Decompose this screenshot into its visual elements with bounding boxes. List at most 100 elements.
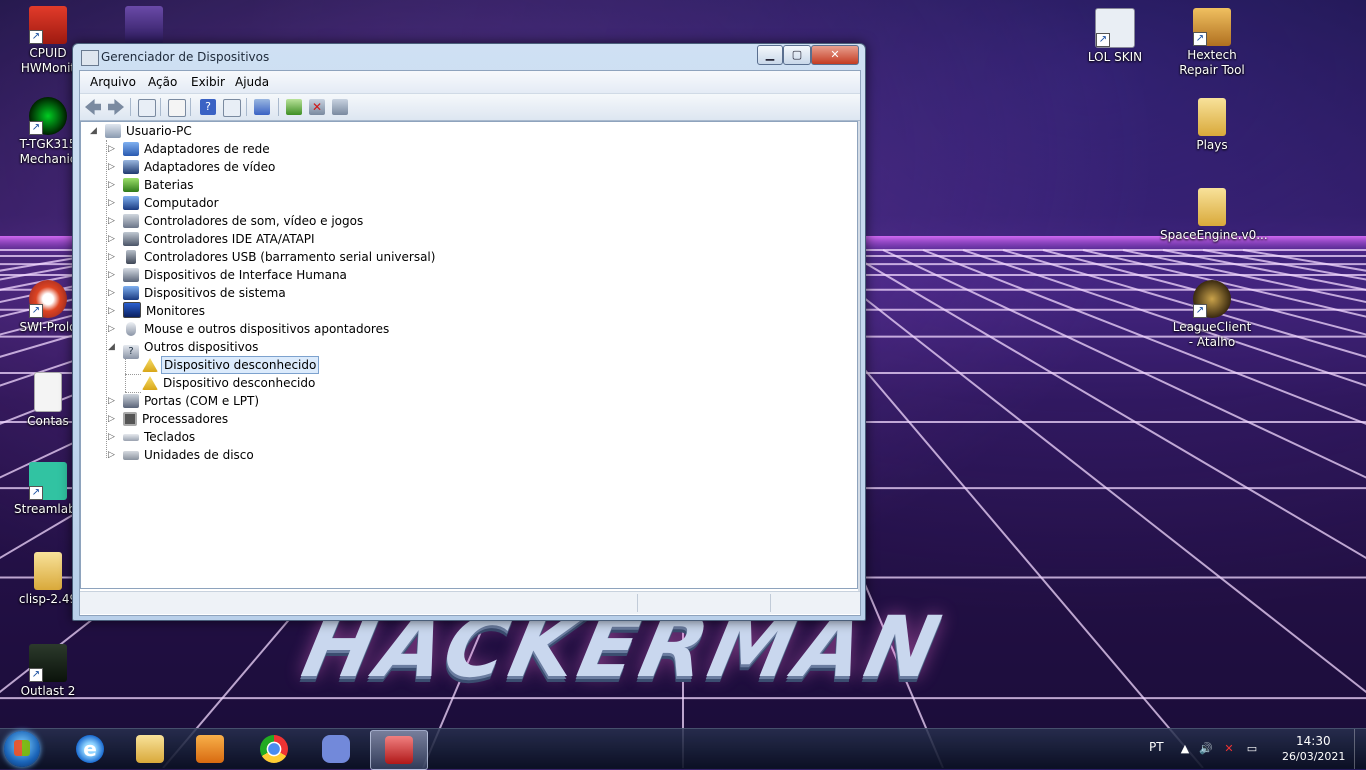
menu-exibir[interactable]: Exibir (191, 75, 225, 89)
desktop-icon-spaceengine[interactable]: SpaceEngine.v0... (1160, 188, 1268, 243)
folder-icon (1198, 98, 1226, 136)
collapse-arrow-icon[interactable]: ◢ (90, 122, 100, 140)
maximize-button[interactable]: ▢ (783, 45, 811, 65)
taskbar-chrome[interactable] (246, 730, 302, 768)
desktop-icon-lol-skin[interactable]: ↗ LOL SKIN (1072, 8, 1158, 65)
tree-item-adaptadores-de-rede[interactable]: ▷ Adaptadores de rede (108, 140, 272, 158)
scan-hardware-changes-icon[interactable] (254, 99, 270, 115)
taskbar-discord[interactable] (308, 730, 364, 768)
toolbar-separator (278, 98, 279, 116)
desktop-icon-partial[interactable] (104, 6, 184, 46)
tree-item-label: Adaptadores de rede (144, 142, 270, 156)
tree-item-portas[interactable]: ▷ Portas (COM e LPT) (108, 392, 261, 410)
expand-arrow-icon[interactable]: ▷ (108, 284, 118, 302)
tree-item-dispositivos-interface-humana[interactable]: ▷ Dispositivos de Interface Humana (108, 266, 349, 284)
power-icon[interactable]: ✕ (1222, 742, 1236, 756)
port-icon (123, 394, 139, 408)
swi-prolog-icon: ↗ (29, 280, 67, 318)
tree-item-baterias[interactable]: ▷ Baterias (108, 176, 196, 194)
menu-acao[interactable]: Ação (148, 75, 177, 89)
expand-arrow-icon[interactable]: ▷ (108, 392, 118, 410)
collapse-arrow-icon[interactable]: ◢ (108, 338, 118, 356)
title-bar[interactable]: Gerenciador de Dispositivos ▁ ▢ ✕ (73, 44, 865, 70)
action-pane-icon[interactable] (223, 99, 241, 117)
desktop-icon-leagueclient[interactable]: ↗ LeagueClient - Atalho (1169, 280, 1255, 350)
expand-arrow-icon[interactable]: ▷ (108, 194, 118, 212)
tree-item-teclados[interactable]: ▷ Teclados (108, 428, 197, 446)
tree-item-label: Processadores (142, 412, 229, 426)
back-icon[interactable] (85, 99, 101, 115)
tree-item-label: Controladores IDE ATA/ATAPI (144, 232, 315, 246)
tree-item-controladores-ide[interactable]: ▷ Controladores IDE ATA/ATAPI (108, 230, 317, 248)
close-button[interactable]: ✕ (811, 45, 859, 65)
other-devices-icon: ? (123, 345, 139, 359)
desktop-icon-hextech-repair-tool[interactable]: ↗ Hextech Repair Tool (1169, 8, 1255, 78)
tree-item-label: Outros dispositivos (144, 340, 259, 354)
taskbar-device-manager[interactable] (370, 730, 428, 770)
tree-item-outros-dispositivos[interactable]: ◢ ? Outros dispositivos (108, 338, 260, 359)
uninstall-icon[interactable]: ✕ (309, 99, 325, 115)
tree-item-label: Dispositivos de sistema (144, 286, 286, 300)
show-hidden-icons-icon[interactable]: ▲ (1178, 742, 1192, 756)
language-indicator[interactable]: PT (1149, 740, 1164, 754)
expand-arrow-icon[interactable]: ▷ (108, 230, 118, 248)
tree-item-unidades-de-disco[interactable]: ▷ Unidades de disco (108, 446, 256, 464)
tree-item-dispositivos-de-sistema[interactable]: ▷ Dispositivos de sistema (108, 284, 288, 302)
expand-arrow-icon[interactable]: ▷ (108, 248, 118, 266)
forward-icon[interactable] (108, 99, 124, 115)
taskbar-windows-explorer[interactable] (122, 730, 178, 768)
expand-arrow-icon[interactable]: ▷ (108, 140, 118, 158)
show-desktop-button[interactable] (1354, 729, 1366, 769)
tree-item-unknown-device-2[interactable]: Dispositivo desconhecido (142, 374, 317, 392)
expand-arrow-icon[interactable]: ▷ (108, 158, 118, 176)
desktop-icon-plays[interactable]: Plays (1169, 98, 1255, 153)
toolbar-separator (130, 98, 131, 116)
pane-edge (858, 121, 860, 591)
grid-line (962, 249, 1366, 387)
expand-arrow-icon[interactable]: ▷ (108, 320, 118, 338)
folder-icon (34, 552, 62, 590)
minimize-button[interactable]: ▁ (757, 45, 783, 65)
taskbar-internet-explorer[interactable]: e (62, 730, 118, 768)
device-manager-window: Gerenciador de Dispositivos ▁ ▢ ✕ Arquiv… (72, 43, 866, 621)
clock-date[interactable]: 26/03/2021 (1282, 750, 1345, 763)
tree-root-computer[interactable]: ◢ Usuario-PC (90, 122, 194, 140)
expand-arrow-icon[interactable]: ▷ (108, 410, 118, 428)
help-icon[interactable]: ? (200, 99, 216, 115)
tree-item-processadores[interactable]: ▷ Processadores (108, 410, 230, 428)
tree-item-label: Controladores USB (barramento serial uni… (144, 250, 436, 264)
expand-arrow-icon[interactable]: ▷ (108, 446, 118, 464)
taskbar-media-player[interactable] (182, 730, 238, 768)
tree-item-unknown-device-1[interactable]: Dispositivo desconhecido (142, 356, 320, 374)
expand-arrow-icon[interactable]: ▷ (108, 266, 118, 284)
volume-icon[interactable]: 🔊 (1199, 742, 1213, 756)
menu-ajuda[interactable]: Ajuda (235, 75, 269, 89)
tree-item-controladores-usb[interactable]: ▷ Controladores USB (barramento serial u… (108, 248, 437, 266)
expand-arrow-icon[interactable]: ▷ (108, 176, 118, 194)
expand-arrow-icon[interactable]: ▷ (108, 302, 118, 320)
usb-icon (126, 250, 136, 264)
tree-item-adaptadores-de-video[interactable]: ▷ Adaptadores de vídeo (108, 158, 277, 176)
disk-drive-icon (123, 451, 139, 460)
show-hide-console-tree-icon[interactable] (138, 99, 156, 117)
clock-time[interactable]: 14:30 (1296, 734, 1331, 748)
status-bar (80, 591, 860, 614)
tree-item-controladores-de-som[interactable]: ▷ Controladores de som, vídeo e jogos (108, 212, 365, 230)
menu-bar: Arquivo Ação Exibir Ajuda (80, 71, 860, 94)
tree-item-mouse[interactable]: ▷ Mouse e outros dispositivos apontadore… (108, 320, 391, 338)
tree-item-label: Unidades de disco (144, 448, 254, 462)
folder-icon (1198, 188, 1226, 226)
expand-arrow-icon[interactable]: ▷ (108, 428, 118, 446)
disable-device-icon[interactable] (332, 99, 348, 115)
tree-item-label: Adaptadores de vídeo (144, 160, 276, 174)
expand-arrow-icon[interactable]: ▷ (108, 212, 118, 230)
properties-icon[interactable] (168, 99, 186, 117)
menu-arquivo[interactable]: Arquivo (90, 75, 136, 89)
network-icon[interactable]: ▭ (1245, 742, 1259, 756)
desktop-icon-outlast-2[interactable]: ↗ Outlast 2 (5, 644, 91, 699)
tree-item-monitores[interactable]: ▷ Monitores (108, 302, 207, 320)
start-button[interactable] (4, 731, 40, 767)
monitor-icon (123, 302, 141, 318)
update-driver-icon[interactable] (286, 99, 302, 115)
tree-item-computador[interactable]: ▷ Computador (108, 194, 221, 212)
